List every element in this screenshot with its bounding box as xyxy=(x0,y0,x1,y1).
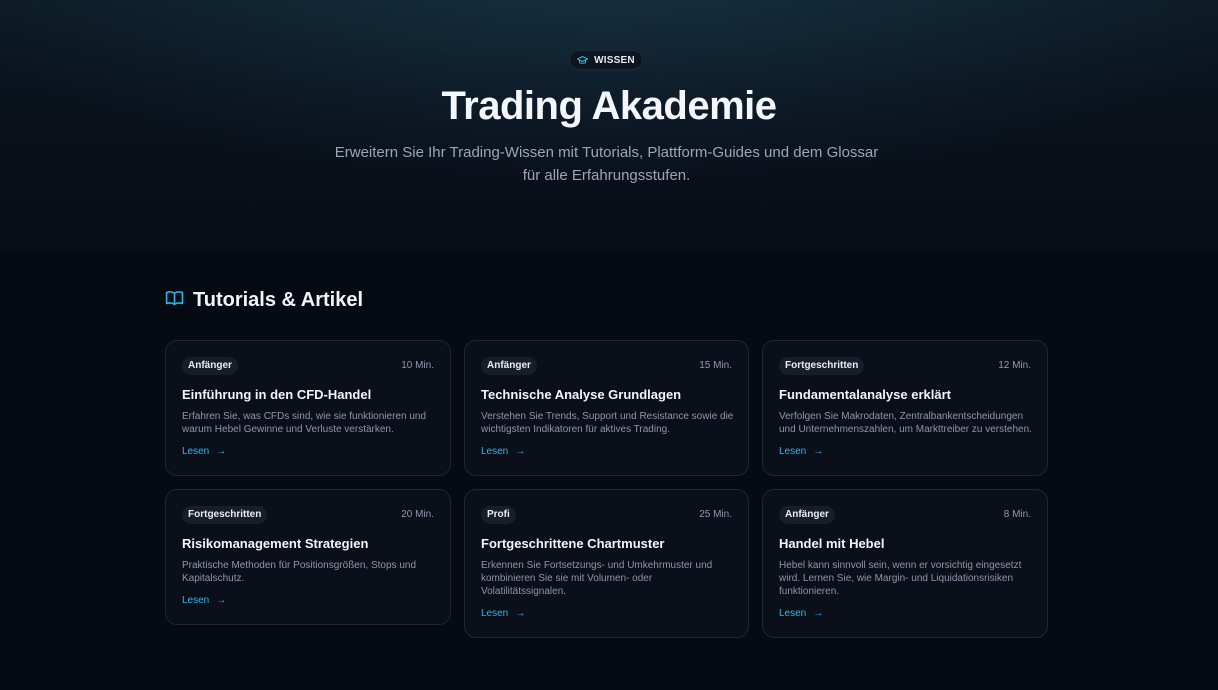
arrow-right-icon: → xyxy=(813,608,824,619)
read-link-label: Lesen xyxy=(182,595,210,606)
tutorial-card[interactable]: Fortgeschritten 20 Min. Risikomanagement… xyxy=(165,489,451,625)
tutorial-card[interactable]: Anfänger 10 Min. Einführung in den CFD-H… xyxy=(165,340,451,476)
page-subtitle: Erweitern Sie Ihr Trading-Wissen mit Tut… xyxy=(334,144,879,184)
read-link[interactable]: Lesen → xyxy=(182,446,226,457)
arrow-right-icon: → xyxy=(216,446,227,457)
badge-label: WISSEN xyxy=(594,54,635,66)
read-duration: 8 Min. xyxy=(1003,509,1031,520)
card-description: Hebel kann sinnvoll sein, wenn er vorsic… xyxy=(779,560,1022,597)
card-title: Handel mit Hebel xyxy=(779,536,885,551)
read-link-label: Lesen xyxy=(481,446,509,457)
level-badge: Fortgeschritten xyxy=(779,357,865,375)
read-link[interactable]: Lesen → xyxy=(481,608,525,619)
tutorial-card[interactable]: Anfänger 8 Min. Handel mit Hebel Hebel k… xyxy=(762,489,1048,638)
level-badge: Profi xyxy=(481,506,516,524)
level-badge: Anfänger xyxy=(779,506,835,524)
card-description: Praktische Methoden für Positionsgrößen,… xyxy=(182,560,417,584)
card-description: Verfolgen Sie Makrodaten, Zentralbankent… xyxy=(779,411,1032,435)
level-badge: Fortgeschritten xyxy=(182,506,268,524)
tutorial-card[interactable]: Fortgeschritten 12 Min. Fundamentalanaly… xyxy=(762,340,1048,476)
card-title: Technische Analyse Grundlagen xyxy=(481,387,682,402)
read-link-label: Lesen xyxy=(779,446,807,457)
read-duration: 25 Min. xyxy=(699,509,732,520)
read-link-label: Lesen xyxy=(481,608,509,619)
card-title: Fundamentalanalyse erklärt xyxy=(779,387,951,402)
section-header: Tutorials & Artikel xyxy=(165,289,363,312)
read-link-label: Lesen xyxy=(182,446,210,457)
tutorial-card[interactable]: Anfänger 15 Min. Technische Analyse Grun… xyxy=(464,340,749,476)
level-badge: Anfänger xyxy=(481,357,537,375)
arrow-right-icon: → xyxy=(515,446,526,457)
wissen-badge: WISSEN xyxy=(569,50,643,70)
arrow-right-icon: → xyxy=(216,595,227,606)
read-duration: 12 Min. xyxy=(998,360,1031,371)
arrow-right-icon: → xyxy=(813,446,824,457)
arrow-right-icon: → xyxy=(515,608,526,619)
section-title: Tutorials & Artikel xyxy=(193,289,364,311)
page-title: Trading Akademie xyxy=(441,84,777,128)
read-link[interactable]: Lesen → xyxy=(779,608,823,619)
read-duration: 10 Min. xyxy=(401,360,434,371)
read-link[interactable]: Lesen → xyxy=(779,446,823,457)
card-title: Risikomanagement Strategien xyxy=(182,536,369,551)
tutorial-card[interactable]: Profi 25 Min. Fortgeschrittene Chartmust… xyxy=(464,489,749,638)
open-book-icon xyxy=(165,290,184,311)
read-duration: 15 Min. xyxy=(699,360,732,371)
card-title: Einführung in den CFD-Handel xyxy=(182,387,372,402)
read-duration: 20 Min. xyxy=(401,509,434,520)
card-title: Fortgeschrittene Chartmuster xyxy=(481,536,665,551)
level-badge: Anfänger xyxy=(182,357,238,375)
card-description: Erfahren Sie, was CFDs sind, wie sie fun… xyxy=(182,411,427,435)
card-description: Verstehen Sie Trends, Support und Resist… xyxy=(481,411,734,435)
card-description: Erkennen Sie Fortsetzungs- und Umkehrmus… xyxy=(481,560,713,597)
read-link[interactable]: Lesen → xyxy=(481,446,525,457)
read-link[interactable]: Lesen → xyxy=(182,595,226,606)
graduation-cap-icon xyxy=(577,55,589,65)
read-link-label: Lesen xyxy=(779,608,807,619)
